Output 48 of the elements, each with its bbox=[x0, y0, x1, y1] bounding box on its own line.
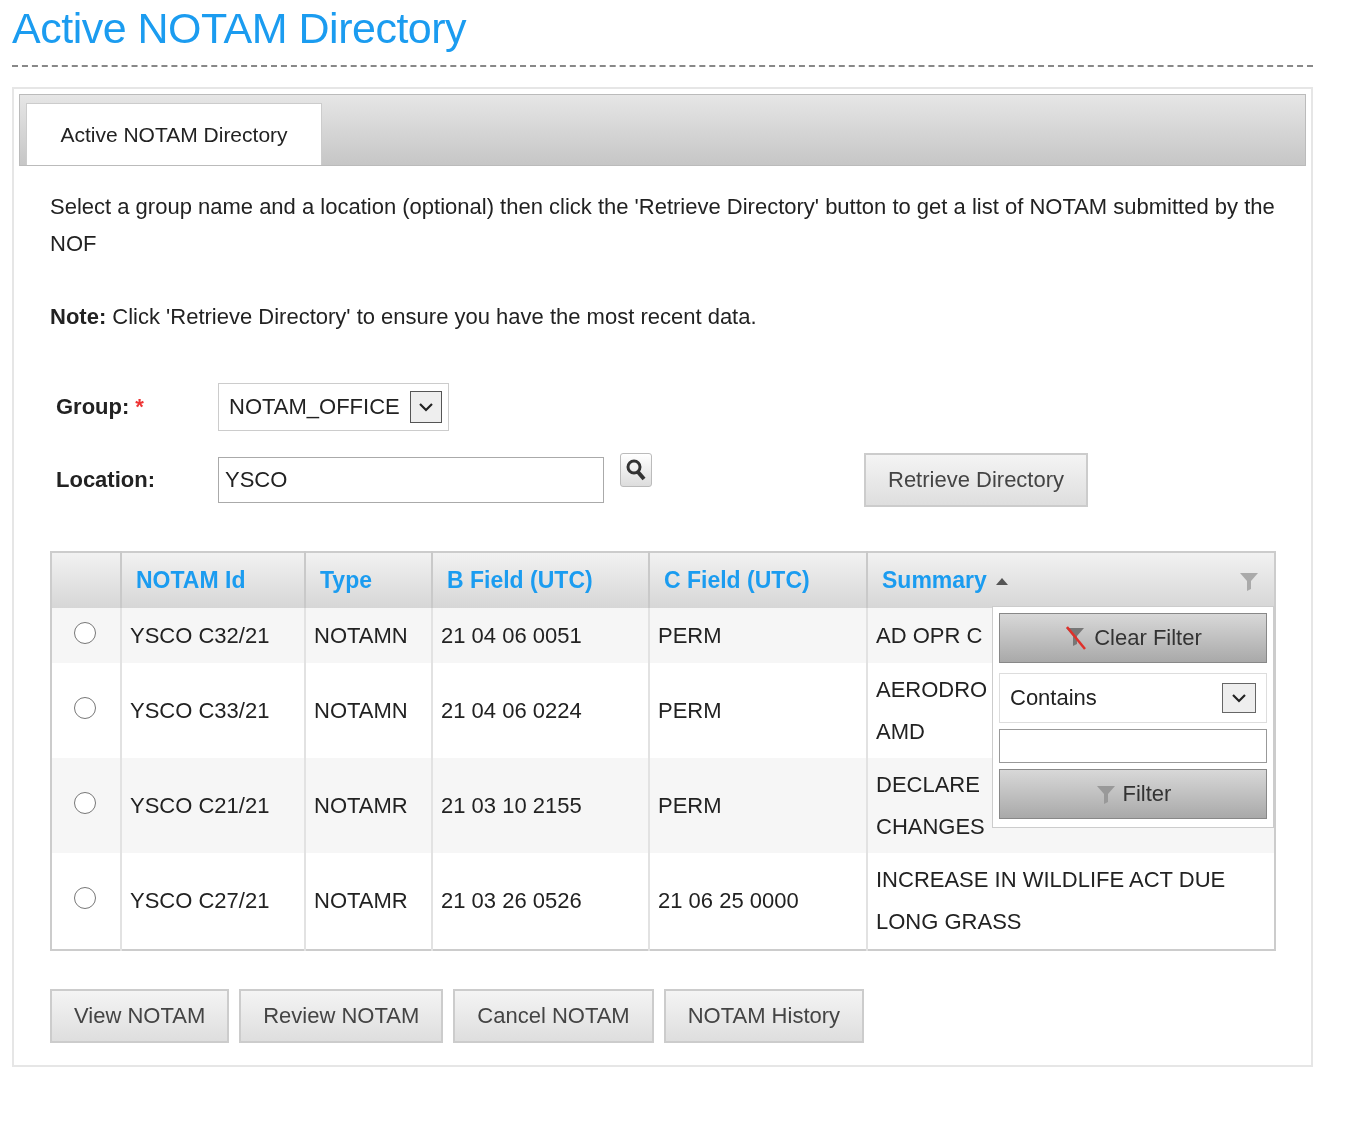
filter-input[interactable] bbox=[999, 729, 1267, 763]
row-radio-button[interactable] bbox=[74, 621, 96, 644]
operator-dropdown[interactable]: Contains bbox=[999, 673, 1267, 723]
action-button[interactable]: View NOTAM bbox=[50, 989, 230, 1043]
tab[interactable]: Active NOTAM Directory bbox=[26, 103, 322, 165]
location-input[interactable]: YSCO bbox=[218, 457, 604, 503]
retrieve-directory-button[interactable]: Retrieve Directory bbox=[864, 453, 1089, 507]
table-cell: DECLARE CHANGES bbox=[876, 771, 985, 839]
search-button[interactable] bbox=[620, 453, 652, 487]
required-mark: * bbox=[135, 394, 144, 419]
table-cell: INCREASE IN WILDLIFE ACT DUE LONG GRASS bbox=[876, 867, 1226, 934]
table-cell: AERODRO AMD bbox=[876, 676, 988, 744]
table-cell: 21 04 06 0051 bbox=[441, 622, 582, 648]
clear-filter-button[interactable]: Clear Filter bbox=[999, 613, 1267, 663]
group-dropdown[interactable]: NOTAM_OFFICE bbox=[218, 383, 449, 431]
table-cell: 21 06 25 0000 bbox=[658, 888, 799, 913]
table-cell: YSCO C33/21 bbox=[130, 697, 270, 723]
row-radio-button[interactable] bbox=[74, 791, 96, 814]
filter-button[interactable]: Filter bbox=[999, 769, 1267, 819]
instructions-text: Select a group name and a location (optional) then click the 'Retrieve Directory' button to get a list of NOTAM submitted by the NOF bbox=[50, 193, 1276, 258]
table-cell: YSCO C21/21 bbox=[130, 792, 270, 818]
action-button[interactable]: NOTAM History bbox=[663, 989, 865, 1043]
row-radio-button[interactable] bbox=[74, 887, 96, 909]
funnel-crossed-icon bbox=[1064, 625, 1089, 651]
search-icon bbox=[625, 458, 647, 482]
table-cell: 21 04 06 0224 bbox=[441, 697, 582, 723]
table-cell: YSCO C27/21 bbox=[130, 888, 270, 913]
page-title: Active NOTAM Directory bbox=[12, 4, 468, 53]
table-cell: 21 03 26 0526 bbox=[441, 888, 582, 913]
table-cell: PERM bbox=[658, 697, 722, 723]
table-cell: PERM bbox=[658, 792, 722, 818]
row-radio-button[interactable] bbox=[74, 696, 96, 719]
action-button[interactable]: Review NOTAM bbox=[239, 989, 444, 1043]
table-cell: PERM bbox=[658, 622, 722, 648]
table-cell: YSCO C32/21 bbox=[130, 622, 270, 648]
table-cell: AD OPR C bbox=[876, 622, 983, 648]
field-label: Location: bbox=[56, 467, 155, 492]
note-text: Note: Click 'Retrieve Directory' to ensure you have the most recent data. bbox=[50, 303, 758, 331]
table-cell: 21 03 10 2155 bbox=[441, 792, 582, 818]
chevron-down-icon[interactable] bbox=[409, 391, 442, 423]
table-cell: NOTAMN bbox=[314, 697, 408, 723]
funnel-icon bbox=[1094, 783, 1117, 805]
table-cell: NOTAMR bbox=[314, 888, 408, 913]
chevron-down-icon[interactable] bbox=[1222, 683, 1256, 713]
field-label: Group: bbox=[56, 394, 130, 419]
table-cell: NOTAMR bbox=[314, 792, 408, 818]
table-cell: NOTAMN bbox=[314, 622, 408, 648]
action-button[interactable]: Cancel NOTAM bbox=[453, 989, 654, 1043]
